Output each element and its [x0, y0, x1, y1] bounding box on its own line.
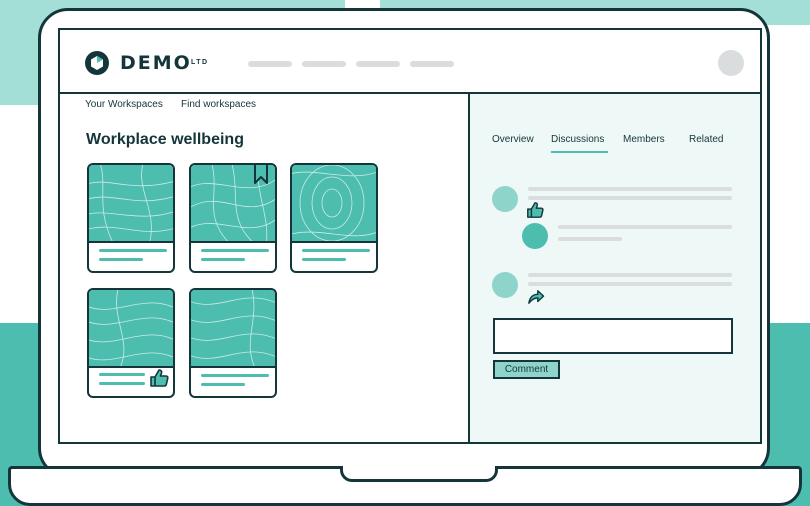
card-thumbnail — [89, 165, 173, 243]
workspace-card[interactable] — [290, 163, 378, 273]
card-thumbnail — [89, 290, 173, 368]
tab-discussions[interactable]: Discussions — [551, 134, 604, 145]
card-title-line — [201, 249, 269, 252]
post-text-line — [528, 196, 732, 200]
page-title: Workplace wellbeing — [86, 131, 244, 148]
post-text-line — [528, 282, 732, 286]
active-tab-indicator — [551, 151, 608, 153]
workspace-card[interactable] — [189, 288, 277, 398]
brand-name[interactable]: DEMO — [120, 53, 192, 73]
workspace-card[interactable] — [87, 288, 175, 398]
card-title-line — [302, 249, 370, 252]
post-text-line — [528, 273, 732, 277]
reply-text-line — [558, 225, 732, 229]
comment-input[interactable] — [493, 318, 733, 354]
avatar[interactable] — [522, 223, 548, 249]
breadcrumb-find-workspaces[interactable]: Find workspaces — [181, 99, 256, 110]
reply-text-line — [558, 237, 622, 241]
card-title-line — [201, 374, 269, 377]
workspace-pane: Your Workspaces Find workspaces Workplac… — [60, 94, 468, 442]
avatar[interactable] — [718, 50, 744, 76]
avatar[interactable] — [492, 186, 518, 212]
card-thumbnail — [292, 165, 376, 243]
card-subtitle-line — [99, 382, 145, 385]
tab-members[interactable]: Members — [623, 134, 665, 145]
nav-link-placeholder[interactable] — [302, 61, 346, 67]
tab-overview[interactable]: Overview — [492, 134, 534, 145]
hexagon-logo-icon[interactable] — [84, 50, 110, 76]
top-navigation-bar: DEMO LTD — [60, 30, 760, 94]
thumbs-up-icon[interactable] — [526, 201, 544, 219]
workspace-card[interactable] — [189, 163, 277, 273]
avatar[interactable] — [492, 272, 518, 298]
laptop-notch — [340, 466, 498, 482]
nav-link-placeholder[interactable] — [356, 61, 400, 67]
nav-link-placeholder[interactable] — [410, 61, 454, 67]
tab-related[interactable]: Related — [689, 134, 723, 145]
card-subtitle-line — [302, 258, 346, 261]
card-subtitle-line — [201, 383, 245, 386]
brand-suffix: LTD — [191, 59, 209, 66]
workspace-card[interactable] — [87, 163, 175, 273]
share-arrow-icon[interactable] — [527, 289, 545, 305]
card-subtitle-line — [99, 258, 143, 261]
bookmark-icon[interactable] — [253, 163, 269, 185]
card-thumbnail — [191, 290, 275, 368]
breadcrumb-your-workspaces[interactable]: Your Workspaces — [85, 99, 163, 110]
details-panel: Overview Discussions Members Related Com… — [468, 94, 760, 442]
nav-link-placeholder[interactable] — [248, 61, 292, 67]
app-screen: DEMO LTD Your Workspaces Find workspaces… — [58, 28, 762, 444]
card-subtitle-line — [201, 258, 245, 261]
thumbs-up-icon[interactable] — [149, 368, 169, 388]
card-title-line — [99, 249, 167, 252]
card-title-line — [99, 373, 145, 376]
comment-button[interactable]: Comment — [493, 360, 560, 379]
post-text-line — [528, 187, 732, 191]
